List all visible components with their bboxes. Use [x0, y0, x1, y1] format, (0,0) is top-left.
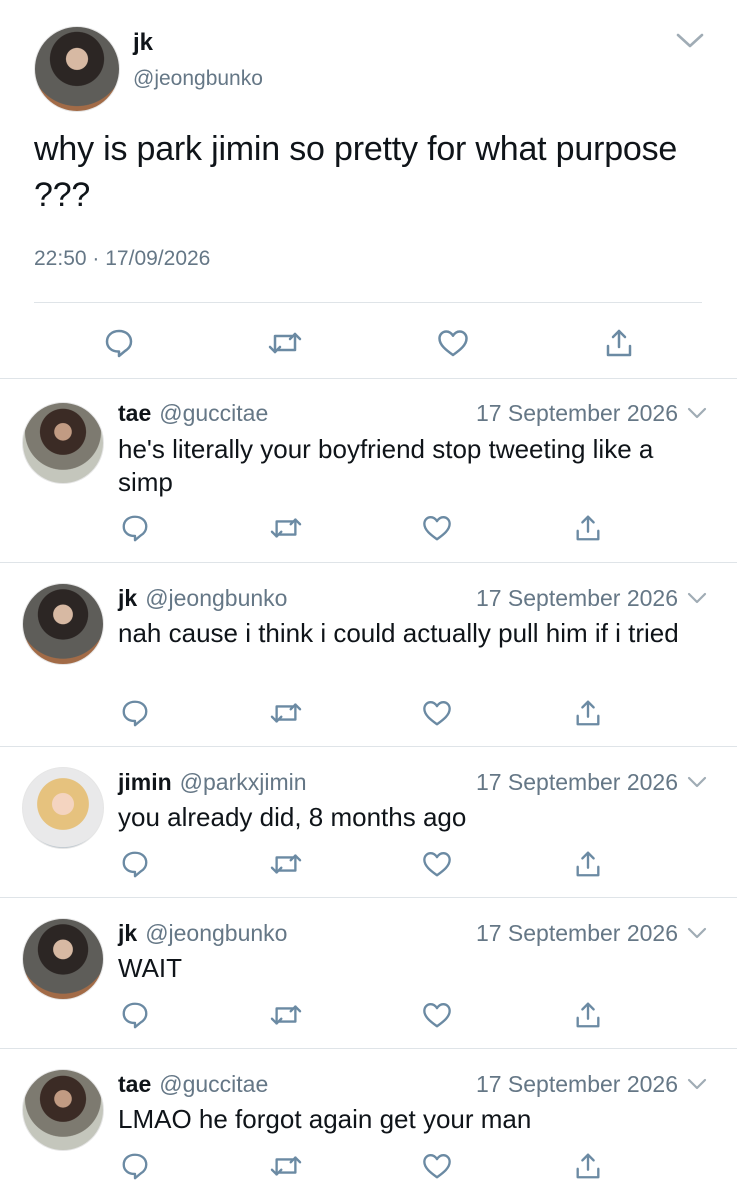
- chevron-down-icon[interactable]: [686, 590, 708, 606]
- reply-icon[interactable]: [120, 849, 150, 879]
- main-tweet: jk @jeongbunko why is park jimin so pret…: [0, 0, 737, 379]
- reply-header: jimin @parkxjimin 17 September 2026: [118, 767, 708, 797]
- avatar[interactable]: [22, 918, 104, 1000]
- heart-icon[interactable]: [421, 698, 453, 728]
- author-name[interactable]: tae: [118, 400, 151, 427]
- avatar[interactable]: [22, 767, 104, 849]
- author-name[interactable]: jimin: [118, 769, 172, 796]
- author-name[interactable]: tae: [118, 1071, 151, 1098]
- tweet-actions: [0, 997, 737, 1031]
- author-handle[interactable]: @parkxjimin: [180, 769, 307, 796]
- tweet-actions: [0, 324, 737, 360]
- reply-icon[interactable]: [120, 1151, 150, 1181]
- chevron-down-icon[interactable]: [672, 28, 708, 52]
- retweet-icon[interactable]: [268, 327, 302, 359]
- tweet-date: 17/09/2026: [105, 247, 211, 270]
- author-handle[interactable]: @jeongbunko: [133, 66, 263, 92]
- reply-header: jk @jeongbunko 17 September 2026: [118, 918, 708, 948]
- tweet-actions: [0, 695, 737, 729]
- tweet-timestamp: 22:50 · 17/09/2026: [34, 246, 210, 272]
- retweet-icon[interactable]: [270, 1000, 302, 1030]
- reply-header: tae @guccitae 17 September 2026: [118, 398, 708, 428]
- share-icon[interactable]: [573, 513, 603, 543]
- heart-icon[interactable]: [421, 513, 453, 543]
- reply-header: tae @guccitae 17 September 2026: [118, 1069, 708, 1099]
- reply-icon[interactable]: [103, 327, 135, 359]
- reply-date: 17 September 2026: [475, 919, 678, 946]
- chevron-down-icon[interactable]: [686, 1076, 708, 1092]
- reply-date: 17 September 2026: [475, 584, 678, 611]
- reply-date: 17 September 2026: [475, 1070, 678, 1097]
- reply-text: he's literally your boyfriend stop tweet…: [118, 434, 654, 497]
- heart-icon[interactable]: [421, 1000, 453, 1030]
- share-icon[interactable]: [603, 327, 635, 359]
- reply-icon[interactable]: [120, 513, 150, 543]
- retweet-icon[interactable]: [270, 513, 302, 543]
- avatar[interactable]: [22, 402, 104, 484]
- author-name[interactable]: jk: [118, 585, 137, 612]
- chevron-down-icon[interactable]: [686, 925, 708, 941]
- author-handle[interactable]: @guccitae: [159, 400, 268, 427]
- share-icon[interactable]: [573, 1151, 603, 1181]
- avatar[interactable]: [22, 583, 104, 665]
- tweet-text: why is park jimin so pretty for what pur…: [34, 130, 678, 214]
- tweet-actions: [0, 510, 737, 544]
- reply-text: nah cause i think i could actually pull …: [118, 618, 679, 648]
- author-handle[interactable]: @guccitae: [159, 1071, 268, 1098]
- heart-icon[interactable]: [421, 849, 453, 879]
- avatar[interactable]: [34, 26, 120, 112]
- tweet-actions: [0, 1148, 737, 1182]
- reply-date: 17 September 2026: [475, 768, 678, 795]
- reply-icon[interactable]: [120, 698, 150, 728]
- heart-icon[interactable]: [421, 1151, 453, 1181]
- reply-tweet: tae @guccitae 17 September 2026 he's lit…: [0, 379, 737, 562]
- reply-header: jk @jeongbunko 17 September 2026: [118, 583, 708, 613]
- share-icon[interactable]: [573, 1000, 603, 1030]
- retweet-icon[interactable]: [270, 698, 302, 728]
- divider: [34, 302, 702, 303]
- heart-icon[interactable]: [436, 327, 470, 359]
- retweet-icon[interactable]: [270, 849, 302, 879]
- chevron-down-icon[interactable]: [686, 774, 708, 790]
- reply-text: WAIT: [118, 953, 183, 983]
- author-handle[interactable]: @jeongbunko: [145, 585, 287, 612]
- tweet-actions: [0, 846, 737, 880]
- reply-tweet: jimin @parkxjimin 17 September 2026 you …: [0, 747, 737, 897]
- reply-text: LMAO he forgot again get your man: [118, 1104, 532, 1134]
- retweet-icon[interactable]: [270, 1151, 302, 1181]
- avatar[interactable]: [22, 1069, 104, 1151]
- tweet-time: 22:50: [34, 247, 87, 270]
- reply-text: you already did, 8 months ago: [118, 802, 467, 832]
- author-handle[interactable]: @jeongbunko: [145, 920, 287, 947]
- author-name[interactable]: jk: [118, 920, 137, 947]
- share-icon[interactable]: [573, 849, 603, 879]
- share-icon[interactable]: [573, 698, 603, 728]
- reply-tweet: jk @jeongbunko 17 September 2026 nah cau…: [0, 563, 737, 746]
- reply-date: 17 September 2026: [475, 399, 678, 426]
- chevron-down-icon[interactable]: [686, 405, 708, 421]
- meta-separator: ·: [92, 247, 100, 270]
- reply-icon[interactable]: [120, 1000, 150, 1030]
- reply-tweet: tae @guccitae 17 September 2026 LMAO he …: [0, 1049, 737, 1200]
- reply-tweet: jk @jeongbunko 17 September 2026 WAIT: [0, 898, 737, 1048]
- author-name[interactable]: jk: [133, 28, 153, 58]
